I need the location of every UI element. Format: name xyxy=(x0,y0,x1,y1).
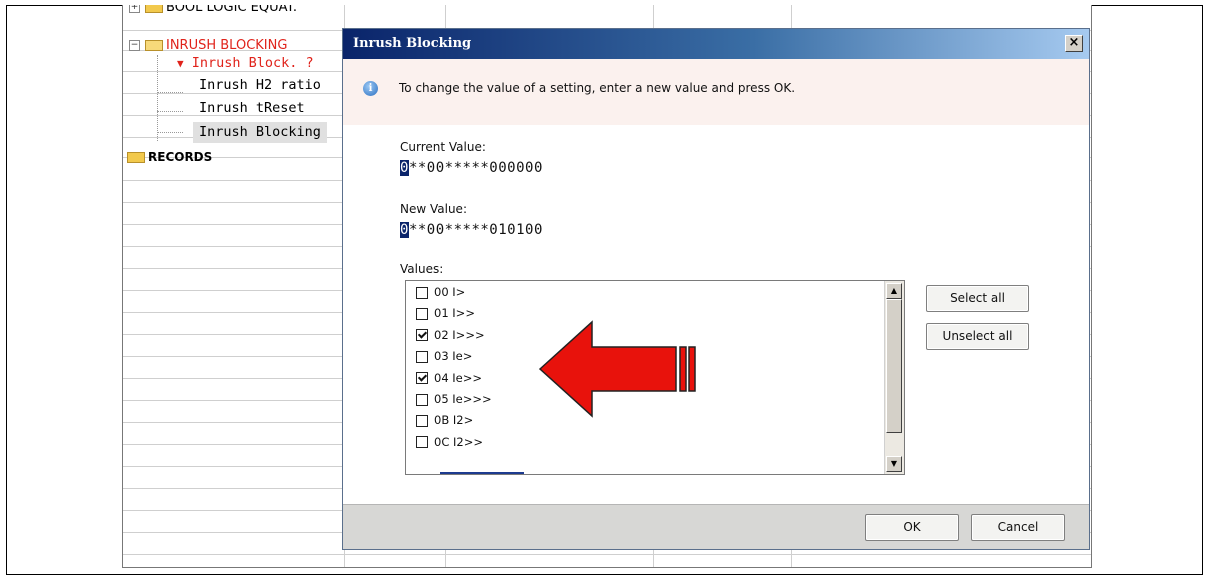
inrush-blocking-dialog: Inrush Blocking × i To change the value … xyxy=(342,28,1090,550)
focus-indicator xyxy=(440,472,524,474)
tree-connector xyxy=(157,55,158,141)
dialog-title-bar[interactable]: Inrush Blocking × xyxy=(343,29,1089,59)
info-icon: i xyxy=(363,81,378,96)
checkbox-icon[interactable] xyxy=(416,350,428,363)
value-option-label: 03 Ie> xyxy=(434,349,473,364)
value-option-label: 0C I2>> xyxy=(434,434,483,449)
checkbox-icon[interactable] xyxy=(416,286,428,299)
value-option[interactable]: 05 Ie>>> xyxy=(416,392,492,412)
expand-icon[interactable]: + xyxy=(129,5,140,13)
current-value-selection: 0 xyxy=(400,160,409,176)
arrow-tail-bar xyxy=(679,346,687,392)
scroll-up-icon[interactable]: ▲ xyxy=(886,283,902,299)
new-value-text: **00*****010100 xyxy=(408,222,543,238)
value-option-label: 0B I2> xyxy=(434,413,474,428)
tree-item-inrush-treset[interactable]: Inrush tReset xyxy=(199,100,305,117)
ok-button[interactable]: OK xyxy=(865,514,959,541)
new-value-field[interactable]: 0**00*****010100 xyxy=(400,222,543,238)
value-option-label: 00 I> xyxy=(434,285,466,299)
value-option[interactable]: 04 Ie>> xyxy=(416,371,482,391)
checkbox-icon[interactable] xyxy=(416,436,428,449)
checkbox-icon[interactable] xyxy=(416,307,428,320)
tree-item-bool-logic[interactable]: + BOOL LOGIC EQUAT. xyxy=(129,5,297,16)
value-option[interactable]: 00 I> xyxy=(416,285,465,305)
current-value-label: Current Value: xyxy=(400,140,486,154)
tree-item-inrush-blocking[interactable]: − INRUSH BLOCKING xyxy=(129,37,287,54)
vertical-scrollbar[interactable]: ▲ ▼ xyxy=(884,281,904,474)
scrollbar-thumb[interactable] xyxy=(886,299,902,433)
dialog-footer: OK Cancel xyxy=(343,504,1089,549)
tree-item-label: INRUSH BLOCKING xyxy=(166,38,288,53)
value-option[interactable]: 03 Ie> xyxy=(416,349,472,369)
tree-item-records[interactable]: RECORDS xyxy=(127,149,212,166)
close-button[interactable]: × xyxy=(1065,35,1083,52)
filter-icon: ▼ xyxy=(177,57,184,70)
value-option-label: 01 I>> xyxy=(434,306,475,321)
value-option-label: 05 Ie>>> xyxy=(434,392,492,406)
folder-icon xyxy=(127,152,145,163)
new-value-selection: 0 xyxy=(400,222,409,238)
values-label: Values: xyxy=(400,262,444,276)
arrow-tail-bar xyxy=(688,346,696,392)
unselect-all-button[interactable]: Unselect all xyxy=(926,323,1029,350)
checkbox-icon[interactable] xyxy=(416,414,428,427)
tree-connector xyxy=(157,92,183,93)
checkbox-icon[interactable] xyxy=(416,329,428,342)
tree-item-label: Inrush Blocking xyxy=(199,124,321,140)
tree-item-label: RECORDS xyxy=(148,150,213,164)
value-option[interactable]: 0B I2> xyxy=(416,413,473,433)
tree-item-inrush-block[interactable]: ▼ Inrush Block. ? xyxy=(177,55,314,72)
tree-item-inrush-blocking-selected[interactable]: Inrush Blocking xyxy=(193,122,327,143)
red-arrow-icon xyxy=(538,320,696,418)
folder-icon xyxy=(145,5,163,13)
tree-connector xyxy=(157,111,183,112)
tree-item-label: BOOL LOGIC EQUAT. xyxy=(166,5,298,15)
value-option-label: 02 I>>> xyxy=(434,327,485,342)
select-all-button[interactable]: Select all xyxy=(926,285,1029,312)
value-option-label: 04 Ie>> xyxy=(434,370,483,385)
grid-row-line xyxy=(123,554,1091,555)
tree-item-label: Inrush H2 ratio xyxy=(199,77,321,93)
checkbox-icon[interactable] xyxy=(416,372,428,385)
value-option[interactable]: 0C I2>> xyxy=(416,435,483,455)
tree-connector xyxy=(157,132,183,133)
tree-item-label: Inrush tReset xyxy=(199,100,305,116)
open-folder-icon xyxy=(145,40,163,51)
close-icon: × xyxy=(1068,35,1080,50)
cancel-button[interactable]: Cancel xyxy=(971,514,1065,541)
tree-item-inrush-h2-ratio[interactable]: Inrush H2 ratio xyxy=(199,77,321,94)
scroll-down-icon[interactable]: ▼ xyxy=(886,456,902,472)
value-option[interactable]: 02 I>>> xyxy=(416,328,485,348)
current-value-field[interactable]: 0**00*****000000 xyxy=(400,160,543,176)
info-text: To change the value of a setting, enter … xyxy=(399,81,796,95)
value-option[interactable]: 01 I>> xyxy=(416,306,475,326)
dialog-body: Current Value: 0**00*****000000 New Valu… xyxy=(343,125,1089,507)
info-banner: i To change the value of a setting, ente… xyxy=(343,59,1089,125)
new-value-label: New Value: xyxy=(400,202,467,216)
checkbox-icon[interactable] xyxy=(416,393,428,406)
current-value-text: **00*****000000 xyxy=(408,160,543,176)
tree-item-label: Inrush Block. ? xyxy=(191,55,314,71)
collapse-icon[interactable]: − xyxy=(129,40,140,51)
dialog-title: Inrush Blocking xyxy=(353,36,472,51)
arrow-head-shaft xyxy=(538,320,677,418)
